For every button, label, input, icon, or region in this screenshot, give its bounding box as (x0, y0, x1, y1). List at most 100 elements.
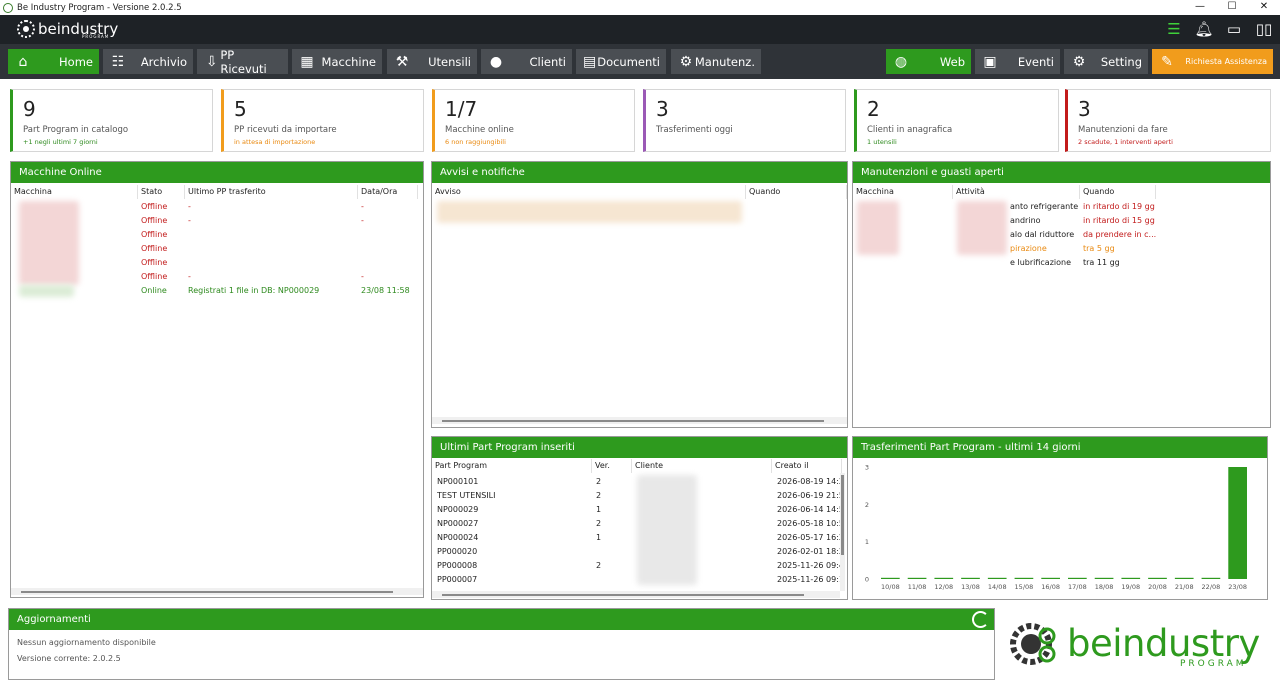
card-label: Clienti in anagrafica (867, 125, 953, 135)
nav-documenti[interactable]: ▤ Documenti (576, 49, 666, 74)
card-label: Macchine online (445, 125, 514, 135)
header-logo: beindustry PROGRAM (17, 20, 118, 39)
card-trasferimenti[interactable]: 3 Trasferimenti oggi (643, 89, 846, 152)
x-tick-label: 11/08 (908, 583, 927, 591)
maintenance-activity: alo dal riduttore (1010, 230, 1075, 239)
book-icon[interactable]: ▯▯ (1254, 20, 1274, 38)
panel-title: Avvisi e notifiche (432, 162, 847, 183)
assist-icon: ✎ (1161, 53, 1173, 70)
redacted-client-names (637, 475, 697, 585)
refresh-icon[interactable] (972, 611, 989, 628)
card-subtext: 2 scadute, 1 interventi aperti (1078, 138, 1173, 146)
nav-web[interactable]: ◍ Web (886, 49, 971, 74)
nav-macchine[interactable]: ▦ Macchine (292, 49, 382, 74)
close-button[interactable]: ✕ (1248, 0, 1280, 15)
panel-macchine-online: Macchine Online Macchina Stato Ultimo PP… (10, 161, 424, 598)
y-tick-label: 0 (865, 576, 869, 584)
horizontal-scrollbar[interactable] (432, 591, 840, 598)
nav-manutenzioni[interactable]: ⚙ Manutenz. (671, 49, 761, 74)
nav-label: Richiesta Assistenza (1185, 57, 1267, 66)
pp-created: 2026-05-17 16:2 (777, 533, 844, 542)
x-tick-label: 19/08 (1121, 583, 1140, 591)
panel-title: Ultimi Part Program inseriti (432, 437, 847, 458)
col-header[interactable]: Cliente (632, 459, 772, 473)
nav-label: Home (59, 54, 93, 69)
machine-icon: ▦ (300, 53, 314, 70)
minimize-button[interactable]: — (1184, 0, 1216, 15)
scrollbar-thumb[interactable] (21, 591, 393, 593)
card-label: Part Program in catalogo (23, 125, 129, 135)
col-header[interactable]: Attività (953, 185, 1080, 199)
col-header[interactable]: Data/Ora (358, 185, 418, 199)
nav-home[interactable]: ⌂ Home (8, 49, 99, 74)
card-number: 9 (23, 97, 36, 121)
scrollbar-thumb[interactable] (841, 475, 844, 555)
remote-desktop-icon[interactable]: ▭ (1224, 20, 1244, 38)
vertical-scrollbar[interactable] (840, 473, 845, 591)
col-header[interactable]: Ultimo PP trasferito (185, 185, 358, 199)
col-header[interactable]: Avviso (432, 185, 746, 199)
nav-richiesta-assistenza[interactable]: ✎ Richiesta Assistenza (1152, 49, 1273, 74)
card-clienti[interactable]: 2 Clienti in anagrafica 1 utensili (854, 89, 1059, 152)
x-tick-label: 17/08 (1068, 583, 1087, 591)
pp-name: NP000024 (437, 533, 479, 542)
maintenance-due: in ritardo di 15 gg (1083, 216, 1155, 225)
brand-gear-icon (1010, 623, 1056, 665)
card-label: Trasferimenti oggi (656, 125, 733, 135)
nav-pp-ricevuti[interactable]: ⇩ PP Ricevuti (197, 48, 288, 76)
window-titlebar: Be Industry Program - Versione 2.0.2.5 —… (0, 0, 1280, 15)
card-pp-ricevuti[interactable]: 5 PP ricevuti da importare in attesa di … (221, 89, 424, 152)
panel-title: Manutenzioni e guasti aperti (853, 162, 1270, 183)
card-manutenzioni[interactable]: 3 Manutenzioni da fare 2 scadute, 1 inte… (1065, 89, 1271, 152)
nav-archivio[interactable]: ☷ Archivio (103, 49, 193, 74)
gear-icon: ⚙ (679, 53, 693, 70)
col-header[interactable]: Ver. (592, 459, 632, 473)
nav-clienti[interactable]: ● Clienti (481, 49, 572, 74)
horizontal-scrollbar[interactable] (432, 417, 847, 424)
col-header[interactable]: Quando (1080, 185, 1156, 199)
chart-bar (881, 577, 900, 579)
server-status-icon[interactable]: ☰ (1164, 20, 1184, 38)
scrollbar-thumb[interactable] (442, 420, 824, 422)
card-part-program[interactable]: 9 Part Program in catalogo +1 negli ulti… (10, 89, 213, 152)
pp-name: PP000020 (437, 547, 478, 556)
card-number: 3 (1078, 97, 1091, 121)
header-icons: ☰ 🔔︎ ▭ ▯▯ (1164, 20, 1274, 38)
logo-subtext: PROGRAM (82, 34, 110, 39)
machine-datetime: - (361, 202, 364, 211)
bell-icon[interactable]: 🔔︎ (1194, 20, 1214, 38)
x-tick-label: 13/08 (961, 583, 980, 591)
col-header[interactable]: Quando (746, 185, 847, 199)
chart-bar (907, 577, 927, 579)
panel-ultimi-part-program: Ultimi Part Program inseriti Part Progra… (431, 436, 848, 600)
col-header[interactable]: Macchina (11, 185, 138, 199)
maintenance-activity: e lubrificazione (1010, 258, 1071, 267)
col-header[interactable]: Macchina (853, 185, 953, 199)
manutenzioni-table: Macchina Attività Quando anto refrigeran… (853, 185, 1270, 275)
download-icon: ⇩ (205, 53, 218, 70)
update-status: Nessun aggiornamento disponibile (17, 638, 156, 647)
avvisi-table: Avviso Quando (432, 185, 847, 225)
chart-bar (1041, 577, 1060, 579)
nav-label: Manutenz. (694, 54, 755, 69)
machine-status: Offline (141, 202, 168, 211)
scrollbar-thumb[interactable] (442, 594, 804, 596)
card-macchine-online[interactable]: 1/7 Macchine online 6 non raggiungibili (432, 89, 635, 152)
y-tick-label: 3 (865, 464, 869, 472)
redacted-notification (437, 201, 742, 223)
pp-created: 2026-02-01 18:2 (777, 547, 844, 556)
x-tick-label: 23/08 (1228, 583, 1247, 591)
maximize-button[interactable]: ☐ (1216, 0, 1248, 15)
horizontal-scrollbar[interactable] (11, 588, 423, 595)
nav-utensili[interactable]: ⚒ Utensili (387, 49, 477, 74)
col-header[interactable]: Creato il (772, 459, 842, 473)
pp-created: 2025-11-26 09:4 (777, 561, 844, 570)
machine-last-pp: - (188, 216, 191, 225)
panel-title: Aggiornamenti (9, 609, 994, 630)
col-header[interactable]: Part Program (432, 459, 592, 473)
window-title: Be Industry Program - Versione 2.0.2.5 (17, 2, 182, 13)
nav-setting[interactable]: ⚙ Setting (1064, 49, 1148, 74)
col-header[interactable]: Stato (138, 185, 185, 199)
nav-eventi[interactable]: ▣ Eventi (975, 49, 1060, 74)
main-navbar: ⌂ Home ☷ Archivio ⇩ PP Ricevuti ▦ Macchine ⚒… (0, 44, 1280, 79)
